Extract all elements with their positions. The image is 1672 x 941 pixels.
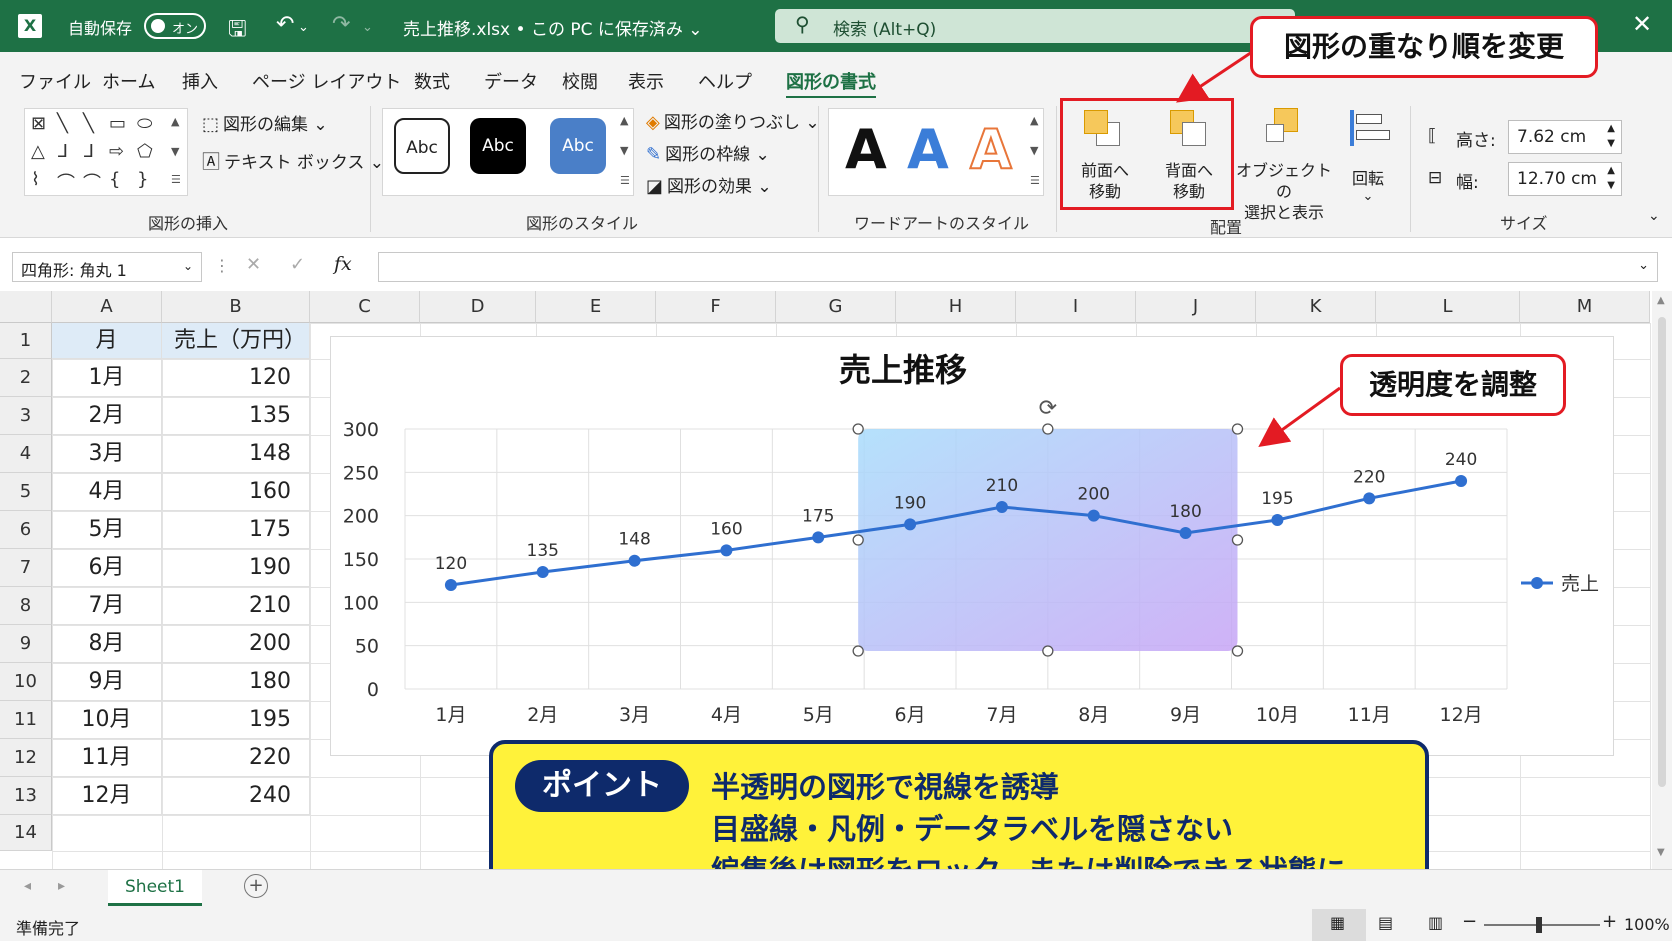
zoom-slider[interactable]: [1484, 924, 1600, 926]
page-break-view-icon[interactable]: ▥: [1428, 913, 1443, 932]
add-sheet-button[interactable]: +: [244, 874, 268, 898]
point-line-2: 目盛線・凡例・データラベルを隠さない: [711, 812, 1234, 846]
point-line-1: 半透明の図形で視線を誘導: [711, 770, 1060, 804]
zoom-in-icon[interactable]: +: [1602, 911, 1617, 932]
zoom-slider-thumb[interactable]: [1536, 917, 1542, 933]
status-bar: 準備完了 ▦ ▤ ▥ − + 100%: [0, 909, 1672, 941]
page-layout-view-icon[interactable]: ▤: [1378, 913, 1393, 932]
sheet-tabs-bar: ◂ ▸ Sheet1 +: [0, 869, 1672, 909]
zoom-out-icon[interactable]: −: [1462, 911, 1477, 932]
next-sheet-icon[interactable]: ▸: [58, 878, 65, 894]
point-badge: ポイント: [515, 760, 689, 812]
normal-view-button[interactable]: ▦: [1312, 909, 1366, 941]
zoom-level[interactable]: 100%: [1624, 915, 1670, 934]
prev-sheet-icon[interactable]: ◂: [24, 878, 31, 894]
normal-view-icon: ▦: [1330, 913, 1346, 932]
status-ready: 準備完了: [16, 919, 81, 938]
arrow-to-shape: [1258, 386, 1341, 448]
sheet-tab-sheet1[interactable]: Sheet1: [108, 870, 202, 906]
arrow-to-arrange: [1176, 50, 1253, 103]
